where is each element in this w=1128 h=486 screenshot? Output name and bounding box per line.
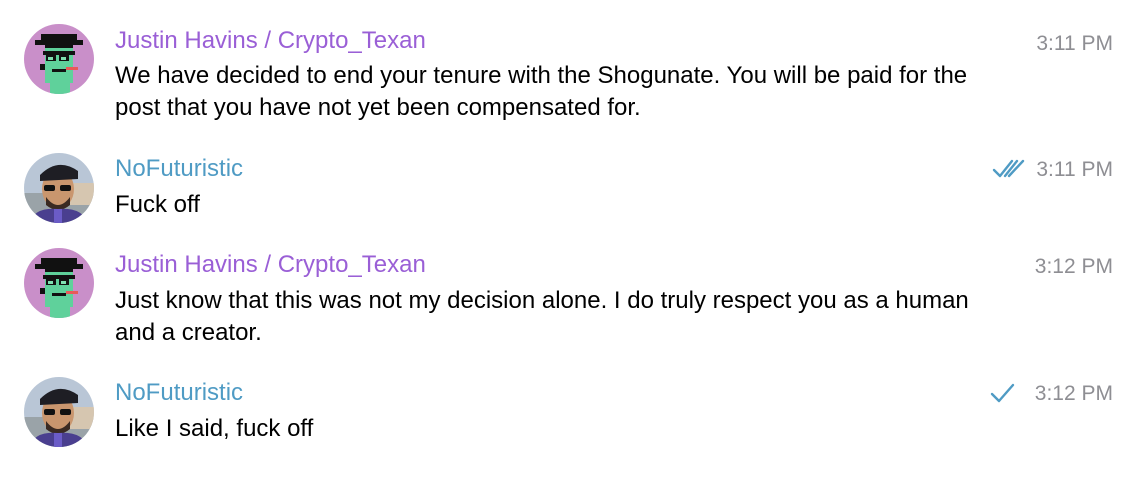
pixel-punk-icon [24, 248, 94, 318]
message-text: Fuck off [115, 191, 200, 218]
sent-check-icon [990, 382, 1016, 406]
sender-name[interactable]: NoFuturistic [115, 378, 243, 408]
message-timestamp: 3:11 PM [1036, 32, 1113, 55]
sender-name[interactable]: Justin Havins / Crypto_Texan [115, 26, 426, 56]
user-photo-icon [24, 153, 94, 223]
message-text: We have decided to end your tenure with … [115, 62, 968, 121]
message-timestamp: 3:12 PM [1034, 255, 1113, 278]
message-text: Like I said, fuck off [115, 415, 314, 442]
user-photo-avatar[interactable] [24, 377, 94, 447]
pixel-punk-avatar[interactable] [24, 24, 94, 94]
pixel-punk-avatar[interactable] [24, 248, 94, 318]
read-double-check-icon [992, 158, 1026, 182]
message-text: Just know that this was not my decision … [115, 287, 969, 346]
message-timestamp: 3:11 PM [1036, 158, 1113, 181]
message-timestamp: 3:12 PM [1034, 382, 1113, 405]
sender-name[interactable]: NoFuturistic [115, 154, 243, 184]
user-photo-icon [24, 377, 94, 447]
sender-name[interactable]: Justin Havins / Crypto_Texan [115, 250, 426, 280]
user-photo-avatar[interactable] [24, 153, 94, 223]
pixel-punk-icon [24, 24, 94, 94]
